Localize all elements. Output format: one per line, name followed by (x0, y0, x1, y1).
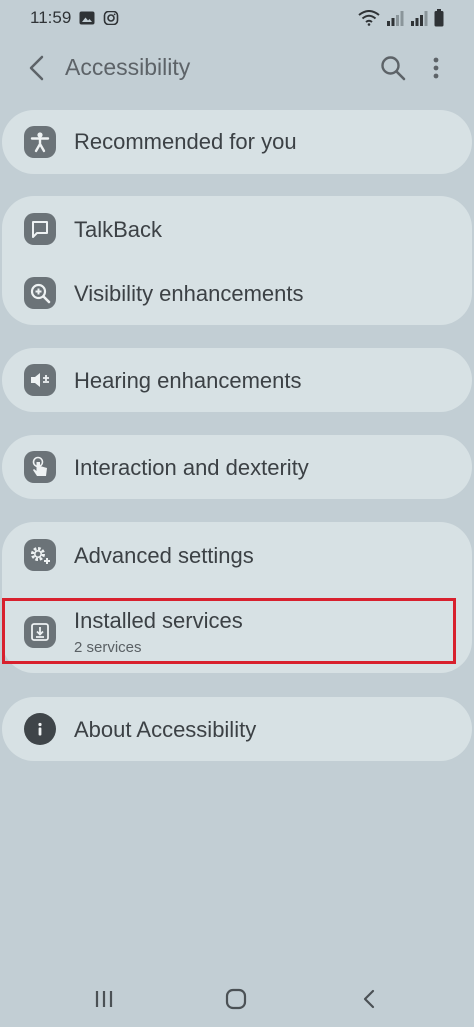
highlight-box (2, 598, 456, 664)
list-item-talkback[interactable]: TalkBack (2, 196, 472, 260)
nav-back-button[interactable] (356, 987, 384, 1011)
card-recommended: Recommended for you (2, 110, 472, 174)
recommended-label: Recommended for you (74, 129, 297, 154)
instagram-icon (103, 11, 119, 25)
app-bar: Accessibility (0, 40, 474, 96)
gear-plus-icon (24, 539, 56, 571)
hearing-volume-icon (24, 364, 56, 396)
zoom-in-icon (24, 277, 56, 309)
gallery-icon (79, 11, 95, 25)
list-item-hearing[interactable]: Hearing enhancements (2, 348, 472, 412)
wifi-icon (358, 10, 380, 26)
signal-icon-2 (411, 11, 428, 26)
list-item-interaction[interactable]: Interaction and dexterity (2, 435, 472, 499)
back-button[interactable] (22, 52, 54, 84)
card-hearing: Hearing enhancements (2, 348, 472, 412)
card-interaction: Interaction and dexterity (2, 435, 472, 499)
card-vision: TalkBack Visibility enhancements (2, 196, 472, 325)
status-time: 11:59 (30, 8, 72, 27)
home-button[interactable] (222, 987, 250, 1011)
list-item-advanced[interactable]: Advanced settings (2, 522, 472, 586)
page-title: Accessibility (65, 54, 191, 80)
hearing-label: Hearing enhancements (74, 368, 302, 393)
signal-icon (387, 11, 404, 26)
visibility-label: Visibility enhancements (74, 281, 304, 306)
advanced-label: Advanced settings (74, 543, 254, 568)
talkback-label: TalkBack (74, 217, 163, 242)
search-icon[interactable] (378, 53, 408, 83)
accessibility-person-icon (24, 126, 56, 158)
about-label: About Accessibility (74, 717, 257, 742)
battery-icon (434, 9, 444, 27)
talkback-icon (24, 213, 56, 245)
list-item-recommended[interactable]: Recommended for you (2, 110, 472, 174)
touch-hand-icon (24, 451, 56, 483)
info-icon (24, 713, 56, 745)
list-item-about[interactable]: About Accessibility (2, 697, 472, 761)
interaction-label: Interaction and dexterity (74, 455, 309, 480)
navigation-bar (0, 975, 474, 1023)
status-bar: 11:59 (0, 0, 474, 36)
recent-apps-button[interactable] (90, 987, 118, 1011)
list-item-visibility[interactable]: Visibility enhancements (2, 260, 472, 324)
more-options-icon[interactable] (424, 53, 448, 83)
card-about: About Accessibility (2, 697, 472, 761)
